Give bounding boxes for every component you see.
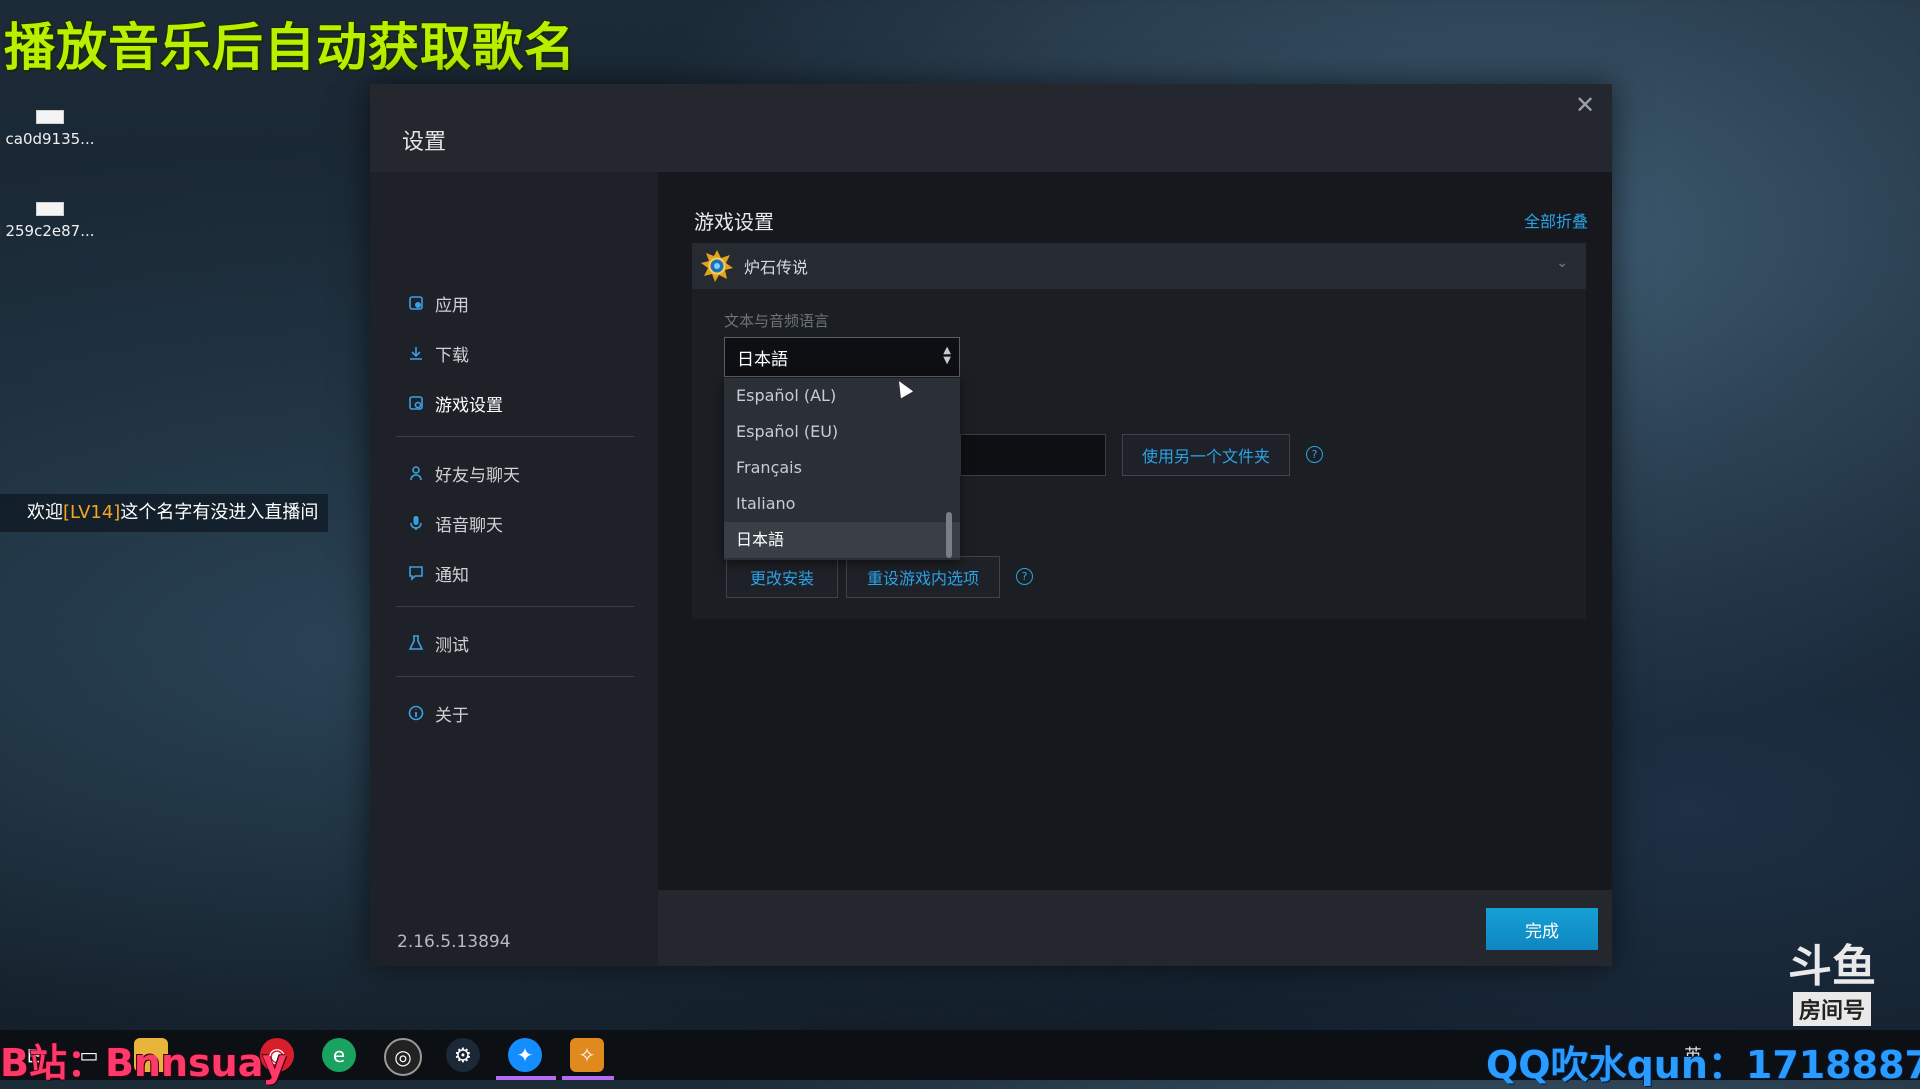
- language-option[interactable]: Español (EU): [724, 414, 960, 450]
- edge-icon[interactable]: e: [322, 1038, 356, 1072]
- sidebar-item-label: 通知: [435, 565, 469, 586]
- language-option[interactable]: Italiano: [724, 486, 960, 522]
- sidebar-item-label: 测试: [435, 635, 469, 656]
- use-other-folder-button[interactable]: 使用另一个文件夹: [1122, 434, 1290, 476]
- desktop-file-label: ca0d9135...: [5, 130, 95, 148]
- sidebar-item-notifications[interactable]: 通知: [406, 558, 469, 588]
- sidebar-divider: [396, 606, 634, 607]
- game-name: 炉石传说: [744, 258, 809, 277]
- language-dropdown-list: Español (AL) Español (EU) Français Itali…: [724, 378, 960, 560]
- dialog-title: 设置: [402, 130, 447, 155]
- app-icon: [406, 293, 426, 313]
- desktop-file-icon[interactable]: ca0d9135...: [0, 110, 100, 148]
- chevron-down-icon: ⌄: [1556, 255, 1568, 271]
- sidebar-item-label: 语音聊天: [435, 515, 503, 536]
- sidebar-item-about[interactable]: 关于: [406, 698, 469, 728]
- dialog-header: 设置 ✕: [370, 84, 1612, 173]
- document-icon: [36, 110, 64, 124]
- sidebar-item-app[interactable]: 应用: [406, 288, 469, 318]
- sidebar-item-label: 下载: [435, 345, 469, 366]
- stream-overlay-caption: 播放音乐后自动获取歌名: [4, 19, 577, 78]
- sidebar-divider: [396, 436, 634, 437]
- close-icon[interactable]: ✕: [1572, 92, 1598, 118]
- language-option-selected[interactable]: 日本語: [724, 522, 960, 558]
- obs-icon[interactable]: ◎: [384, 1038, 422, 1076]
- install-path-field[interactable]: [960, 434, 1106, 476]
- language-selected-value: 日本語: [737, 349, 788, 370]
- done-button[interactable]: 完成: [1486, 908, 1598, 950]
- battlenet-icon[interactable]: ✦: [508, 1038, 542, 1072]
- douyu-logo: 斗鱼: [1788, 941, 1876, 992]
- reset-ingame-options-button[interactable]: 重设游戏内选项: [846, 556, 1000, 598]
- dropdown-scrollbar[interactable]: [946, 512, 952, 558]
- sidebar-item-label: 应用: [435, 295, 469, 316]
- document-icon: [36, 202, 64, 216]
- sidebar-item-download[interactable]: 下载: [406, 338, 469, 368]
- friends-icon: [406, 463, 426, 483]
- help-icon[interactable]: ?: [1016, 568, 1033, 585]
- steam-icon[interactable]: ⚙: [446, 1038, 480, 1072]
- hearthstone-icon: [701, 250, 733, 282]
- sidebar-item-label: 好友与聊天: [435, 465, 520, 486]
- settings-sidebar: 应用 下载 游戏设置 好友与聊天 语音聊天 通知 测试 关于: [370, 172, 658, 966]
- desktop-file-label: 259c2e87...: [5, 222, 95, 240]
- beta-icon: [406, 633, 426, 653]
- game-accordion-header[interactable]: 炉石传说 ⌄: [692, 243, 1586, 289]
- sidebar-item-game-settings[interactable]: 游戏设置: [406, 388, 503, 418]
- language-select[interactable]: 日本語 ▲ ▼: [724, 337, 960, 377]
- douyu-room-tag: 房间号: [1792, 992, 1871, 1026]
- notification-icon: [406, 563, 426, 583]
- info-icon: [406, 703, 426, 723]
- change-install-button[interactable]: 更改安装: [726, 556, 838, 598]
- download-icon: [406, 343, 426, 363]
- sidebar-item-voice-chat[interactable]: 语音聊天: [406, 508, 503, 538]
- collapse-all-link[interactable]: 全部折叠: [1524, 208, 1588, 232]
- game-settings-icon: [406, 393, 426, 413]
- stream-welcome-banner: 欢迎[LV14]这个名字有没进入直播间: [0, 494, 328, 532]
- dialog-footer: 完成: [658, 890, 1612, 966]
- sidebar-divider: [396, 676, 634, 677]
- sidebar-item-beta[interactable]: 测试: [406, 628, 469, 658]
- sidebar-item-label: 游戏设置: [435, 395, 503, 416]
- language-option[interactable]: Español (AL): [724, 378, 960, 414]
- active-task-indicator: [562, 1076, 614, 1080]
- sidebar-item-friends-chat[interactable]: 好友与聊天: [406, 458, 520, 488]
- language-label: 文本与音频语言: [724, 312, 830, 330]
- active-task-indicator: [496, 1076, 556, 1080]
- desktop-file-icon[interactable]: 259c2e87...: [0, 202, 100, 240]
- qq-group-overlay-text: QQ吹水qun：171888729: [1486, 1043, 1920, 1087]
- sidebar-item-label: 关于: [435, 705, 469, 726]
- section-title: 游戏设置: [694, 210, 774, 234]
- language-option[interactable]: Français: [724, 450, 960, 486]
- microphone-icon: [406, 513, 426, 533]
- hearthstone-icon[interactable]: ✧: [570, 1038, 604, 1072]
- app-version: 2.16.5.13894: [397, 932, 511, 952]
- select-arrows-icon: ▲ ▼: [943, 345, 951, 366]
- settings-dialog: 设置 ✕ 应用 下载 游戏设置 好友与聊天 语音聊天 通知 测试 关于 2.16…: [370, 84, 1612, 966]
- bilibili-overlay-text: B站：Bnnsuay: [0, 1041, 287, 1085]
- help-icon[interactable]: ?: [1306, 446, 1323, 463]
